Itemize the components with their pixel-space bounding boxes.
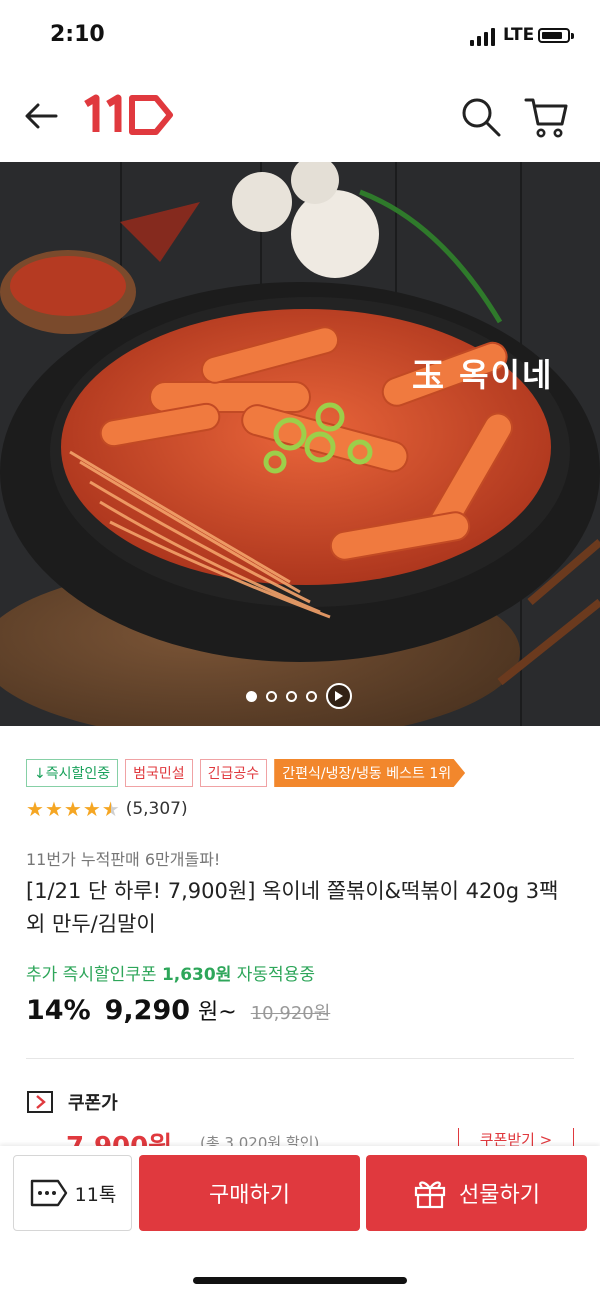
product-title: [1/21 단 하루! 7,900원] 옥이네 쫄볶이&떡볶이 420g 3팩 … xyxy=(26,879,559,936)
coupon-price-header: 쿠폰가 xyxy=(26,1089,118,1115)
chat-icon xyxy=(30,1179,67,1207)
carousel-dot[interactable] xyxy=(286,690,297,702)
carousel-dot[interactable] xyxy=(266,690,277,702)
coupon-price-label: 쿠폰가 xyxy=(68,1093,118,1114)
coupon-price-value: 7,900원 xyxy=(66,1128,172,1146)
gift-label: 선물하기 xyxy=(459,1183,540,1208)
coupon-icon xyxy=(27,1091,53,1113)
urgent-supply-tag[interactable]: 긴급공수 xyxy=(199,759,268,787)
battery-icon xyxy=(538,28,574,43)
eleven-street-logo[interactable] xyxy=(82,92,174,138)
star-icon: ★ xyxy=(26,797,44,821)
home-indicator[interactable] xyxy=(193,1277,407,1284)
carousel-dot[interactable] xyxy=(246,690,257,702)
star-icon: ★ xyxy=(44,797,63,821)
search-icon[interactable] xyxy=(458,94,504,140)
coupon-info: 추가 즉시할인쿠폰 1,630원 자동적용중 xyxy=(26,960,315,985)
brand-watermark: 玉 옥이네 xyxy=(412,356,554,394)
carousel-indicator xyxy=(246,683,352,709)
play-icon[interactable] xyxy=(326,683,352,709)
buy-button[interactable]: 구매하기 xyxy=(139,1155,360,1231)
carousel-dot[interactable] xyxy=(306,690,317,702)
gift-icon xyxy=(414,1181,446,1209)
back-arrow-icon[interactable] xyxy=(20,96,64,136)
status-time: 2:10 xyxy=(50,22,105,47)
signal-icon xyxy=(470,28,496,46)
talk-label: 11톡 xyxy=(74,1183,117,1206)
bottom-action-bar: 11톡 구매하기 선물하기 xyxy=(0,1146,600,1299)
sales-promo-text: 11번가 누적판매 6만개돌파! xyxy=(26,850,221,869)
price-row: 14% 9,290 원~ 10,920원 xyxy=(26,994,330,1026)
sale-price: 9,290 xyxy=(104,995,191,1026)
tteokbokki-photo xyxy=(0,162,600,726)
star-icon: ★ xyxy=(82,797,101,821)
get-coupon-button[interactable]: 쿠폰받기 > xyxy=(458,1128,574,1146)
star-rating: ★ ★ ★ ★ ★ xyxy=(26,797,120,821)
product-image-carousel[interactable]: 玉 옥이네 xyxy=(0,162,600,726)
coupon-suffix: 자동적용중 xyxy=(236,965,315,985)
coupon-amount: 1,630원 xyxy=(161,965,232,985)
instant-discount-tag[interactable]: ↓즉시할인중 xyxy=(26,759,119,787)
cart-icon[interactable] xyxy=(522,94,570,140)
coupon-price-peek: 7,900원 (총 3,020원 할인) 쿠폰받기 > xyxy=(0,1128,600,1146)
divider xyxy=(26,1058,574,1059)
coupon-prefix: 추가 즉시할인쿠폰 xyxy=(26,965,157,985)
discount-rate: 14% xyxy=(26,995,91,1026)
status-bar: 2:10 LTE xyxy=(0,0,600,72)
rating[interactable]: ★ ★ ★ ★ ★ (5,307) xyxy=(26,797,188,821)
national-promo-tag[interactable]: 범국민설 xyxy=(125,759,193,787)
review-count[interactable]: (5,307) xyxy=(126,799,188,819)
price-unit: 원~ xyxy=(198,1000,237,1025)
eleven-talk-button[interactable]: 11톡 xyxy=(13,1155,132,1231)
network-label: LTE xyxy=(503,25,535,45)
top-nav xyxy=(0,72,600,162)
gift-button[interactable]: 선물하기 xyxy=(366,1155,587,1231)
product-tags: ↓즉시할인중 범국민설 긴급공수 간편식/냉장/냉동 베스트 1위 xyxy=(26,759,466,787)
best-seller-tag[interactable]: 간편식/냉장/냉동 베스트 1위 xyxy=(274,759,466,787)
half-star-icon: ★ xyxy=(101,797,120,821)
coupon-discount-note: (총 3,020원 할인) xyxy=(200,1134,320,1146)
original-price: 10,920원 xyxy=(250,1003,331,1024)
star-icon: ★ xyxy=(63,797,82,821)
